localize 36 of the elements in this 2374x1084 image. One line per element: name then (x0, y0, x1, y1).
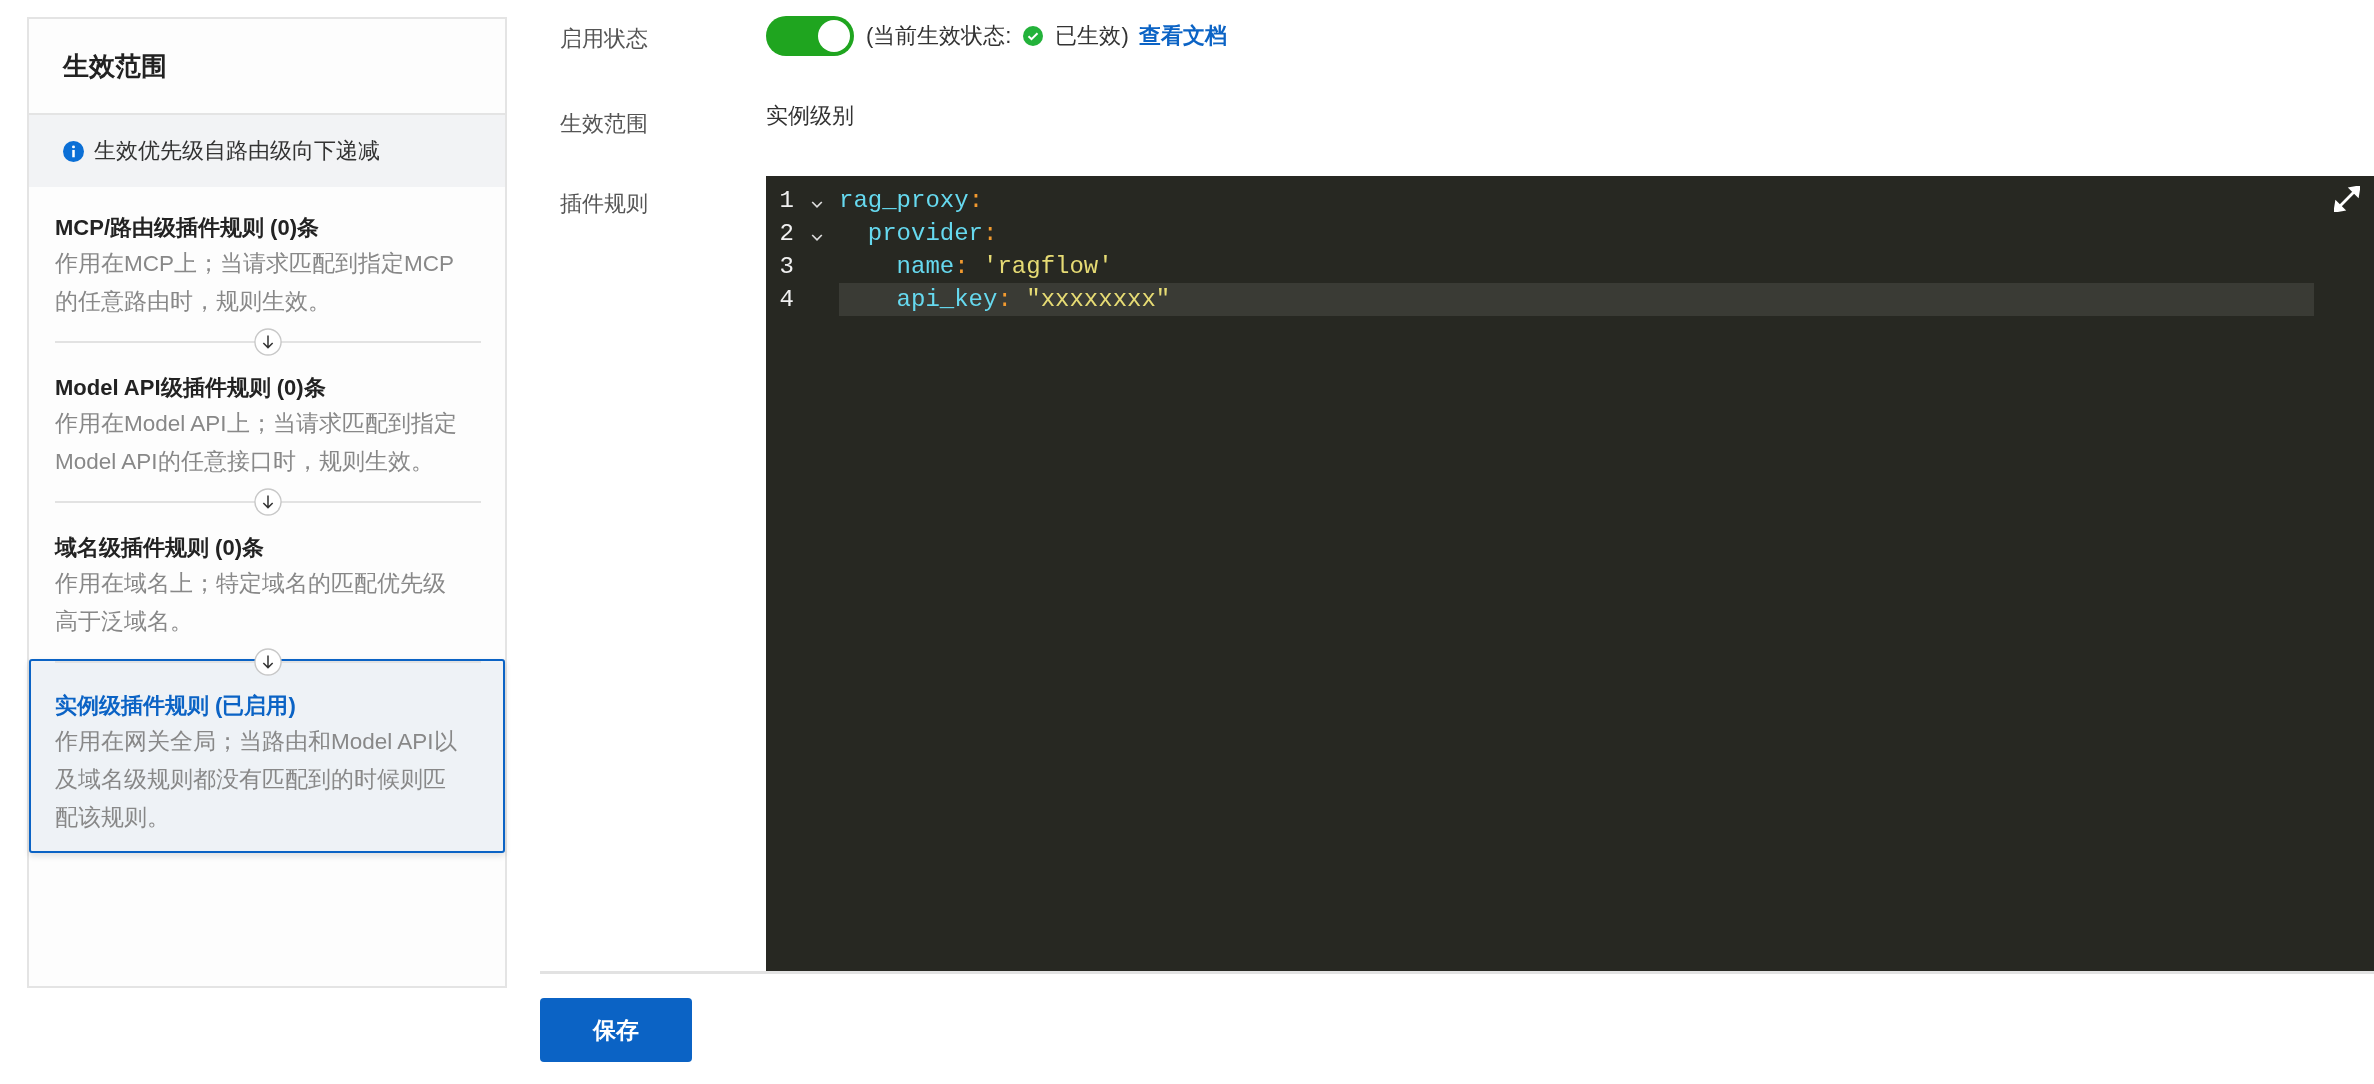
item-description: 作用在域名上；特定域名的匹配优先级高于泛域名。 (55, 570, 447, 636)
item-title: 实例级插件规则 (已启用) (55, 692, 297, 720)
fold-chevron-icon[interactable] (810, 232, 823, 243)
status-label: (当前生效状态: (866, 22, 1012, 50)
item-description: 作用在MCP上；当请求匹配到指定MCP的任意路由时，规则生效。 (55, 250, 455, 316)
save-button[interactable]: 保存 (540, 998, 692, 1062)
line-number: 4 (778, 286, 794, 313)
scope-value: 实例级别 (766, 102, 854, 130)
item-description: 作用在Model API上；当请求匹配到指定Model API的任意接口时，规则生效。 (55, 410, 458, 476)
rule-level-item[interactable]: MCP/路由级插件规则 (0)条 作用在MCP上；当请求匹配到指定MCP的任意路由时，规则生效。 (29, 197, 505, 329)
field-label: 生效范围 (559, 110, 649, 138)
code-line: name: 'ragflow' (895, 252, 1114, 282)
rule-level-item[interactable]: Model API级插件规则 (0)条 作用在Model API上；当请求匹配到指定Model API的任意接口时，规则生效。 (29, 357, 505, 489)
toggle-switch[interactable] (766, 16, 854, 56)
expand-icon[interactable] (2334, 186, 2360, 212)
field-label: 启用状态 (559, 25, 649, 53)
check-circle-icon (1023, 26, 1044, 46)
docs-link[interactable]: 查看文档 (1138, 21, 1227, 51)
line-number: 2 (778, 220, 794, 247)
item-title: 域名级插件规则 (0)条 (55, 534, 265, 562)
code-line: provider: (866, 219, 999, 249)
item-description: 作用在网关全局；当路由和Model API以及域名级规则都没有匹配到的时候则匹配该规则。 (55, 728, 458, 832)
notice-text: 生效优先级自路由级向下递减 (94, 137, 380, 165)
item-title: MCP/路由级插件规则 (0)条 (55, 214, 320, 242)
code-editor[interactable]: 1 rag_proxy: 2 provider: 3 name: 'ragflow' 4 api_key: "xxxxxxxx" (766, 176, 2374, 971)
fold-chevron-icon[interactable] (810, 199, 823, 210)
line-number: 1 (778, 187, 794, 214)
field-label: 插件规则 (559, 190, 649, 218)
line-number: 3 (778, 253, 794, 280)
status-value: 已生效) (1055, 22, 1129, 50)
code-line: rag_proxy: (839, 186, 985, 216)
panel-title: 生效范围 (63, 49, 167, 83)
rule-level-item[interactable]: 实例级插件规则 (已启用) 作用在网关全局；当路由和Model API以及域名级规则都没有匹配到的时候则匹配该规则。 (29, 659, 505, 853)
rule-level-item[interactable]: 域名级插件规则 (0)条 作用在域名上；特定域名的匹配优先级高于泛域名。 (29, 517, 505, 649)
info-icon (63, 140, 84, 162)
item-title: Model API级插件规则 (0)条 (55, 374, 327, 402)
